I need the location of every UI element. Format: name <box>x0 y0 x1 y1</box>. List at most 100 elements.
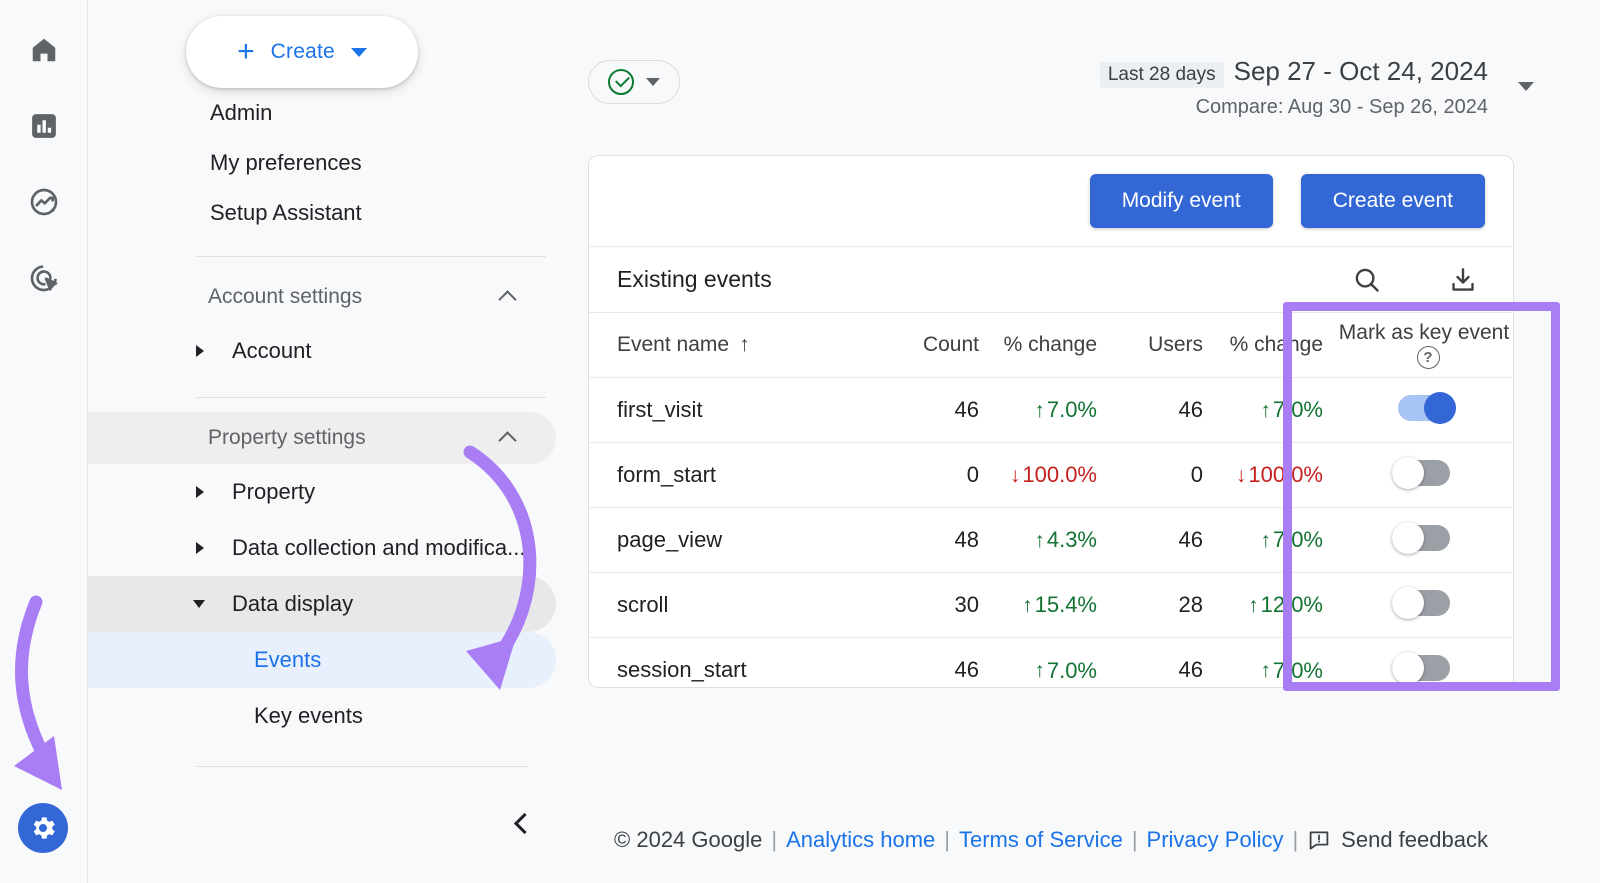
modify-event-button[interactable]: Modify event <box>1090 174 1273 228</box>
table-row: form_start0↓100.0%0↓100.0% <box>589 443 1514 508</box>
create-button-label: Create <box>271 40 335 64</box>
footer-link-terms-of-service[interactable]: Terms of Service <box>959 827 1123 853</box>
users-cell: 46 <box>1107 638 1203 689</box>
top-toolbar: Last 28 days Sep 27 - Oct 24, 2024 Compa… <box>588 56 1600 126</box>
users-change-cell: ↑7.0% <box>1203 378 1333 443</box>
date-range-selector[interactable]: Last 28 days Sep 27 - Oct 24, 2024 Compa… <box>1100 56 1488 119</box>
event-name-cell: page_view <box>589 508 887 573</box>
arrow-up-icon: ↑ <box>1260 660 1271 681</box>
column-header-event-name[interactable]: Event name ↑ <box>589 313 887 378</box>
mark-as-key-event-cell <box>1333 573 1514 638</box>
footer-link-privacy-policy[interactable]: Privacy Policy <box>1147 827 1284 853</box>
delta-label: 7.0% <box>1047 658 1097 684</box>
column-header-count[interactable]: Count <box>887 313 979 378</box>
footer-separator: | <box>944 827 950 853</box>
arrow-up-icon: ↑ <box>1022 595 1033 616</box>
send-feedback-label: Send feedback <box>1341 827 1488 853</box>
toggle-knob <box>1392 587 1424 619</box>
admin-settings-button[interactable] <box>18 803 68 853</box>
column-header-mark-as-key-event: Mark as key event? <box>1333 313 1514 378</box>
key-event-toggle[interactable] <box>1392 652 1456 682</box>
sidebar-section-property-settings[interactable]: Property settings <box>88 412 556 464</box>
sidebar-item-data-collection[interactable]: Data collection and modifica... <box>88 520 556 576</box>
delta-label: 7.0% <box>1047 397 1097 423</box>
arrow-down-icon: ↓ <box>1236 465 1247 486</box>
arrow-up-icon: ↑ <box>1248 595 1259 616</box>
delta-label: 15.4% <box>1035 592 1097 618</box>
sidebar-item-label: Key events <box>254 703 363 729</box>
sidebar-divider-3 <box>196 766 528 767</box>
reports-icon[interactable] <box>20 102 68 150</box>
existing-events-title: Existing events <box>617 266 1293 293</box>
count-change-cell: ↓100.0% <box>979 443 1107 508</box>
data-status-selector[interactable] <box>588 60 680 104</box>
feedback-icon <box>1307 828 1331 852</box>
help-icon[interactable]: ? <box>1417 346 1440 369</box>
explore-icon[interactable] <box>20 178 68 226</box>
chevron-right-icon <box>196 486 204 498</box>
count-change-cell: ↑4.3% <box>979 508 1107 573</box>
sidebar-item-admin[interactable]: Admin <box>116 88 588 138</box>
download-icon[interactable] <box>1441 258 1485 302</box>
send-feedback-button[interactable]: Send feedback <box>1307 827 1488 853</box>
sidebar-item-property[interactable]: Property <box>88 464 556 520</box>
column-header-users-change[interactable]: % change <box>1203 313 1333 378</box>
sidebar-section-account-settings[interactable]: Account settings <box>88 271 556 323</box>
column-header-users[interactable]: Users <box>1107 313 1203 378</box>
delta-label: 100.0% <box>1248 462 1323 488</box>
sidebar-item-key-events[interactable]: Key events <box>88 688 556 744</box>
users-change-cell: ↓100.0% <box>1203 443 1333 508</box>
collapse-sidebar-button[interactable] <box>500 801 544 845</box>
sidebar-item-setup-assistant[interactable]: Setup Assistant <box>116 188 588 238</box>
chevron-down-icon[interactable] <box>1518 82 1534 91</box>
delta-value: ↓100.0% <box>1236 462 1323 488</box>
column-header-count-change[interactable]: % change <box>979 313 1107 378</box>
table-row: page_view48↑4.3%46 ↑7.0% <box>589 508 1514 573</box>
count-cell: 48 <box>887 508 979 573</box>
create-event-button[interactable]: Create event <box>1301 174 1485 228</box>
key-event-toggle[interactable] <box>1392 522 1456 552</box>
sidebar-item-label: Data display <box>232 591 353 617</box>
users-change-cell: ↑7.0% <box>1203 638 1333 689</box>
footer-separator: | <box>1292 827 1298 853</box>
search-icon[interactable] <box>1345 258 1389 302</box>
sidebar-item-label: Setup Assistant <box>210 200 362 226</box>
sidebar-item-label: Events <box>254 647 321 673</box>
delta-value: ↑7.0% <box>1034 397 1097 423</box>
users-cell: 46 <box>1107 508 1203 573</box>
delta-value: ↑7.0% <box>1260 658 1323 684</box>
sidebar-item-label: Admin <box>210 100 272 126</box>
column-label: Mark as key event <box>1339 321 1509 344</box>
create-button[interactable]: + Create <box>186 16 418 88</box>
sidebar-item-my-preferences[interactable]: My preferences <box>116 138 588 188</box>
card-action-bar: Modify event Create event <box>589 156 1513 246</box>
chevron-down-icon <box>646 78 660 86</box>
table-header-row: Event name ↑ Count % change Users % chang… <box>589 313 1514 378</box>
sort-ascending-icon: ↑ <box>739 333 750 356</box>
sidebar-item-label: Data collection and modifica... <box>232 535 526 561</box>
count-change-cell: ↑7.0% <box>979 638 1107 689</box>
plus-icon: + <box>237 37 255 67</box>
delta-value: ↑7.0% <box>1260 527 1323 553</box>
footer-link-analytics-home[interactable]: Analytics home <box>786 827 935 853</box>
key-event-toggle[interactable] <box>1392 457 1456 487</box>
key-event-toggle[interactable] <box>1392 392 1456 422</box>
chevron-up-icon <box>498 290 516 308</box>
key-event-toggle[interactable] <box>1392 587 1456 617</box>
chevron-left-icon <box>514 812 535 833</box>
advertising-icon[interactable] <box>20 254 68 302</box>
sidebar-item-data-display[interactable]: Data display <box>88 576 556 632</box>
column-label: Event name <box>617 333 729 356</box>
primary-icon-rail <box>0 0 88 883</box>
chevron-down-icon <box>351 48 367 57</box>
admin-sidebar: + Create Admin My preferences Setup Assi… <box>88 0 588 883</box>
home-icon[interactable] <box>20 26 68 74</box>
count-cell: 46 <box>887 378 979 443</box>
event-name-cell: form_start <box>589 443 887 508</box>
sidebar-item-events[interactable]: Events <box>88 632 556 688</box>
users-cell: 28 <box>1107 573 1203 638</box>
chevron-down-icon <box>193 600 205 608</box>
sidebar-section-label: Account settings <box>208 285 362 309</box>
sidebar-item-account[interactable]: Account <box>88 323 556 379</box>
toggle-knob <box>1392 457 1424 489</box>
